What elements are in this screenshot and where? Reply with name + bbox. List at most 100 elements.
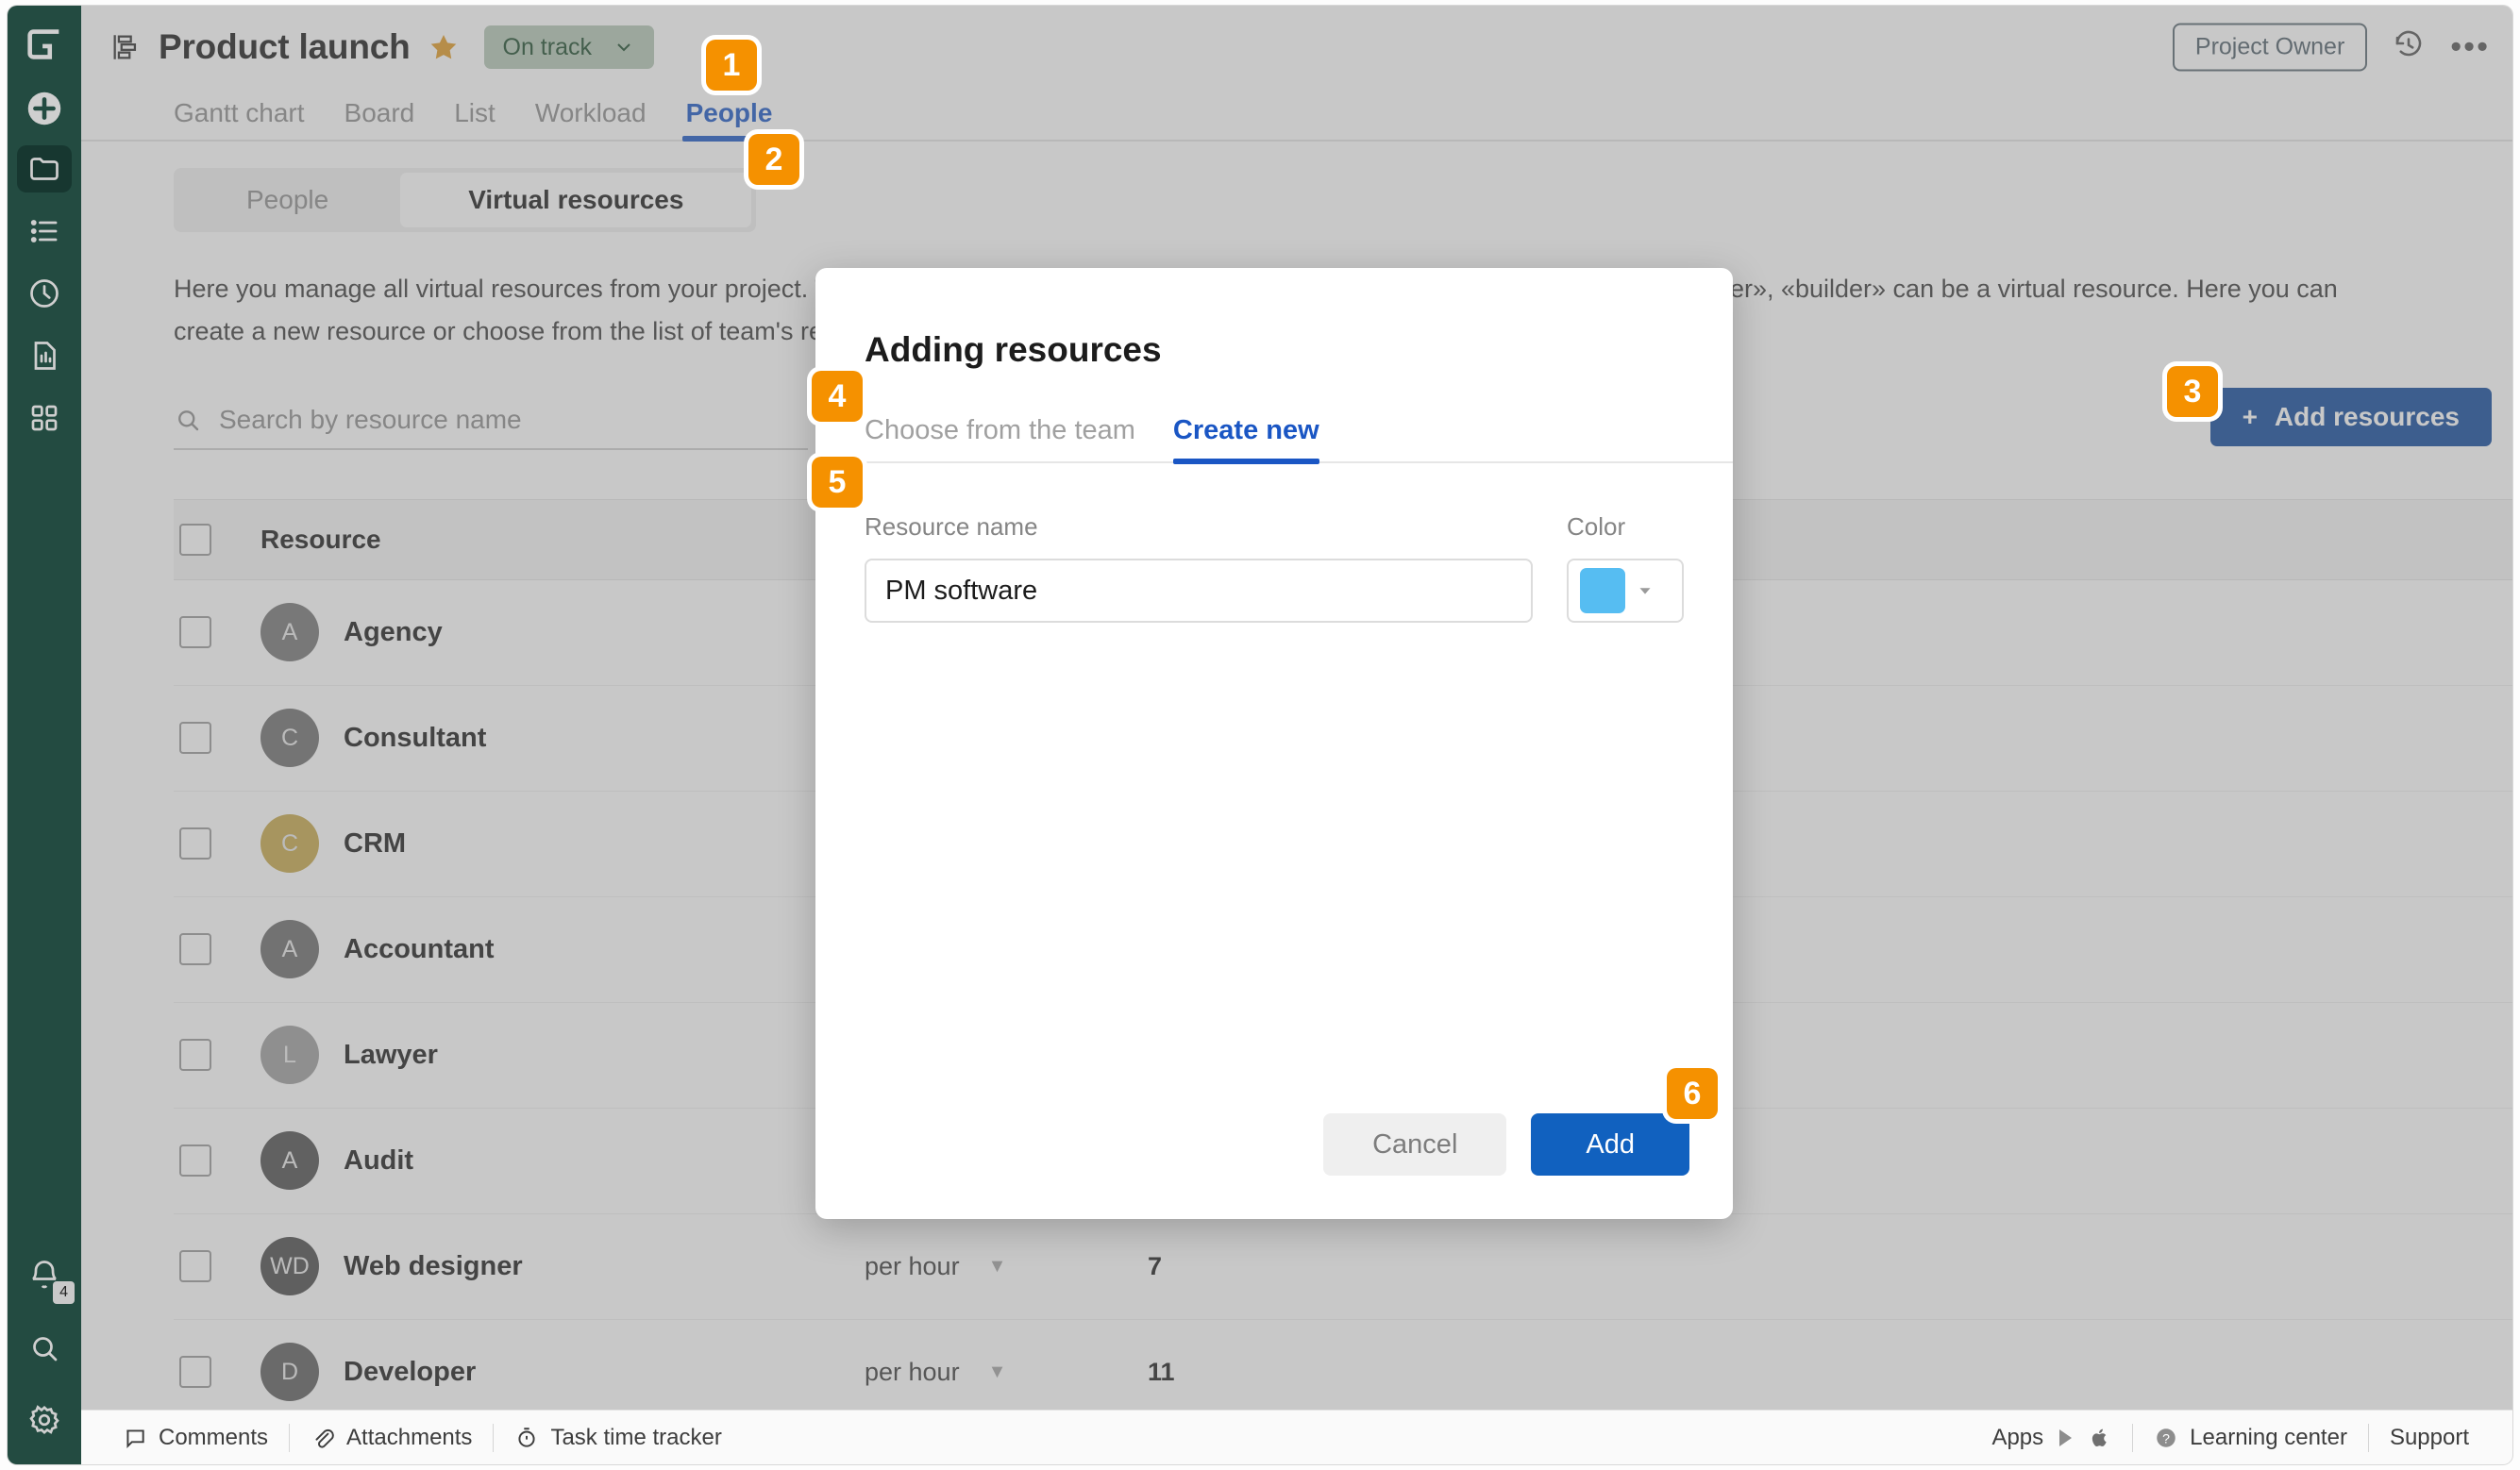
row-select-cell[interactable] [174,1039,260,1072]
cost-cell[interactable]: per hour ▼ [865,1358,1148,1387]
apple-icon[interactable] [2089,1427,2111,1449]
color-swatch[interactable] [1580,568,1625,613]
dialog-tabs: Choose from the team Create new [815,370,1733,464]
footer-comments[interactable]: Comments [102,1425,289,1451]
resource-cell: C CRM [260,814,865,874]
row-checkbox[interactable] [179,1356,211,1389]
footer-bar: Comments Attachments Task time tracker A… [81,1410,2512,1464]
resource-cell: A Audit [260,1131,865,1191]
row-checkbox[interactable] [179,616,211,649]
resource-cell: A Accountant [260,920,865,979]
add-button[interactable]: Add [1531,1113,1689,1176]
resource-name: CRM [344,827,407,859]
row-checkbox[interactable] [179,722,211,755]
sidebar-item-tasks[interactable] [17,208,72,255]
tab-list[interactable]: List [454,98,496,140]
resource-name: Accountant [344,933,495,964]
segment-people[interactable]: People [178,173,396,227]
footer-learning-label: Learning center [2190,1424,2347,1450]
sidebar-item-projects[interactable] [17,145,72,192]
create-resource-form: Resource name Color [815,463,1733,623]
resource-type-switch: People Virtual resources [174,168,757,232]
cost-value: per hour [865,1251,960,1280]
more-icon[interactable]: ••• [2450,31,2490,63]
row-select-cell[interactable] [174,722,260,755]
app-window: 4 Product launch On track Project Owner … [8,6,2512,1464]
global-sidebar: 4 [8,6,81,1464]
step-badge-6: 6 [1667,1068,1718,1119]
resource-name: Web designer [344,1250,523,1281]
search-input[interactable]: Search by resource name [174,392,808,450]
project-owner-chip[interactable]: Project Owner [2172,23,2368,72]
tab-gantt-chart[interactable]: Gantt chart [174,98,305,140]
caret-down-icon: ▼ [987,1361,1007,1382]
row-select-cell[interactable] [174,933,260,966]
app-logo-icon[interactable] [23,23,66,66]
rate-cell: 7 [1148,1251,1163,1280]
tab-choose-from-team[interactable]: Choose from the team [865,415,1135,461]
cancel-button[interactable]: Cancel [1323,1113,1507,1176]
footer-learning-center[interactable]: ? Learning center [2133,1425,2368,1451]
tab-workload[interactable]: Workload [535,98,647,140]
history-icon[interactable] [2392,28,2426,67]
caret-down-icon [1639,588,1651,594]
row-select-cell[interactable] [174,1356,260,1389]
row-checkbox[interactable] [179,1039,211,1072]
sidebar-item-notifications[interactable]: 4 [17,1253,75,1304]
resource-name: Agency [344,616,443,647]
color-group: Color [1567,512,1684,623]
row-select-cell[interactable] [174,1144,260,1178]
resource-name: Audit [344,1144,414,1176]
footer-left-group: Comments Attachments Task time tracker [81,1423,743,1452]
add-resources-label: Add resources [2274,401,2460,431]
step-badge-2: 2 [748,134,799,185]
sidebar-item-reports[interactable] [17,332,72,379]
select-all-checkbox[interactable] [179,523,211,556]
tab-create-new[interactable]: Create new [1172,415,1319,464]
create-new-button[interactable] [23,87,66,130]
resource-cell: WD Web designer [260,1237,865,1296]
resource-cell: L Lawyer [260,1026,865,1085]
footer-support[interactable]: Support [2369,1425,2490,1451]
tab-board[interactable]: Board [344,98,415,140]
help-icon: ? [2157,1428,2176,1447]
column-resource[interactable]: Resource [260,525,865,555]
timer-icon [518,1427,535,1447]
color-picker[interactable] [1567,559,1684,623]
segmented-row: People Virtual resources [174,142,2512,232]
avatar: D [260,1343,319,1402]
google-play-icon[interactable] [2055,1427,2077,1449]
page-title: Product launch [159,27,411,66]
sidebar-item-time[interactable] [17,270,72,317]
footer-comments-label: Comments [159,1424,269,1450]
resource-cell: D Developer [260,1343,865,1402]
resource-name: Lawyer [344,1039,438,1070]
favorite-star-icon[interactable] [428,31,460,63]
row-checkbox[interactable] [179,827,211,860]
footer-attachments-label: Attachments [346,1424,473,1450]
footer-apps[interactable]: Apps [1971,1425,2132,1451]
status-badge[interactable]: On track [483,25,654,69]
segment-virtual-resources[interactable]: Virtual resources [400,173,752,227]
table-row[interactable]: WD Web designer per hour ▼ 7 [174,1214,2512,1320]
sidebar-item-apps[interactable] [17,394,72,442]
dialog-actions: Cancel Add [1323,1113,1689,1176]
sidebar-item-search[interactable] [17,1325,72,1372]
cost-cell[interactable]: per hour ▼ [865,1252,1148,1281]
footer-time-tracker[interactable]: Task time tracker [494,1425,742,1451]
plus-icon: + [2242,401,2258,431]
row-checkbox[interactable] [179,1144,211,1178]
row-select-cell[interactable] [174,827,260,860]
select-all-cell[interactable] [174,523,260,556]
cost-value: per hour [865,1357,960,1386]
row-checkbox[interactable] [179,1250,211,1283]
row-checkbox[interactable] [179,933,211,966]
sidebar-item-settings[interactable] [17,1396,72,1444]
add-resources-button[interactable]: + Add resources [2209,387,2492,446]
row-select-cell[interactable] [174,1250,260,1283]
footer-attachments[interactable]: Attachments [290,1425,493,1451]
resource-name-input[interactable] [865,559,1533,623]
row-select-cell[interactable] [174,616,260,649]
footer-right-group: Apps ? Learning center Support [1971,1423,2512,1452]
step-badge-5: 5 [812,457,863,508]
